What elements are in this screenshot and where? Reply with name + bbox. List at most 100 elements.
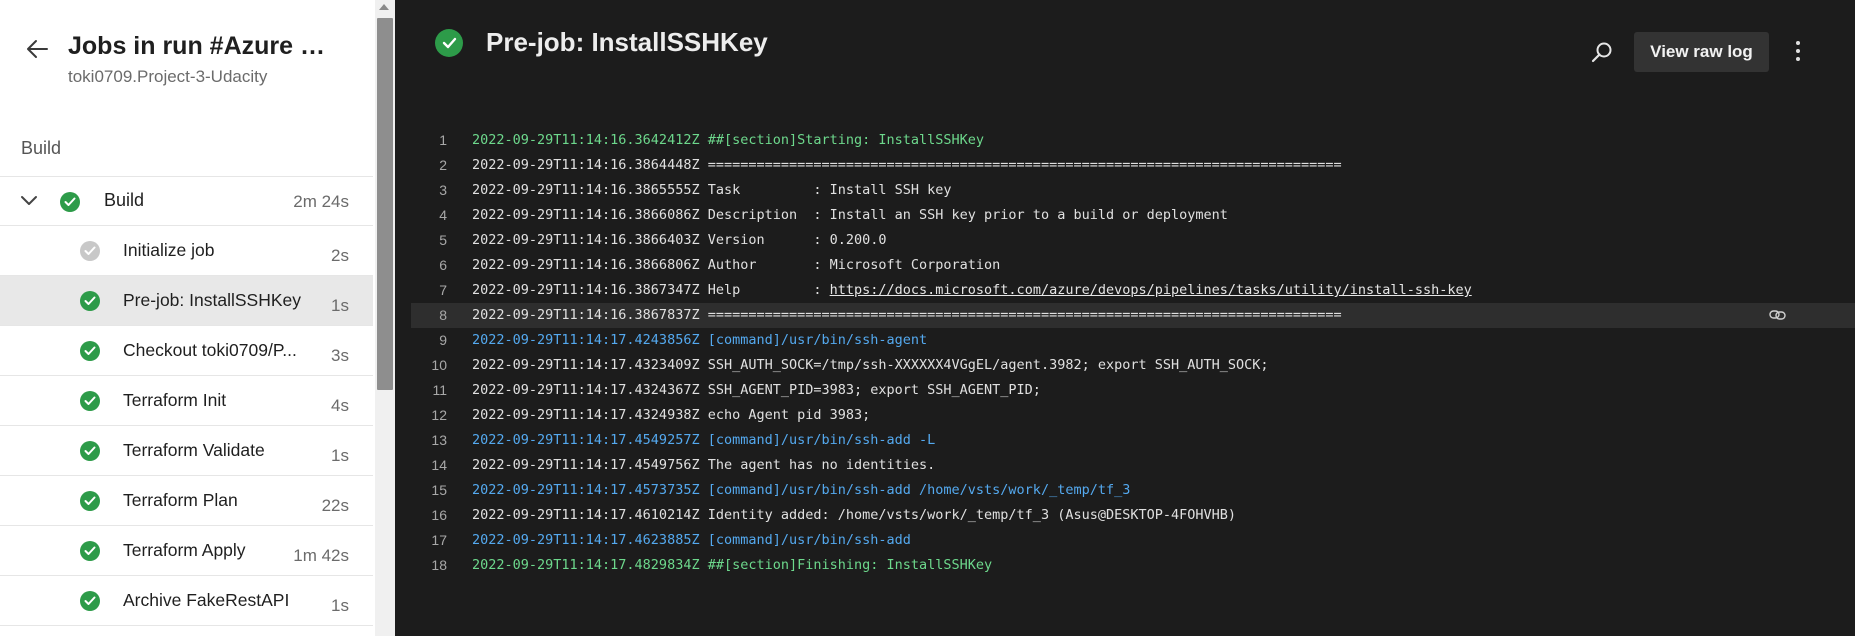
log-line[interactable]: 12 2022-09-29T11:14:17.4324938Z echo Agen… bbox=[411, 403, 1855, 428]
log-line[interactable]: 2 2022-09-29T11:14:16.3864448Z ==========… bbox=[411, 153, 1855, 178]
log-status bbox=[435, 29, 463, 57]
more-options-button[interactable] bbox=[1787, 36, 1809, 66]
scrollbar-thumb[interactable] bbox=[377, 18, 393, 390]
line-number[interactable]: 4 bbox=[411, 203, 447, 228]
log-text: 2022-09-29T11:14:17.4549756Z The agent h… bbox=[472, 457, 936, 473]
line-number[interactable]: 14 bbox=[411, 453, 447, 478]
back-button[interactable] bbox=[22, 34, 52, 64]
chevron-down-icon[interactable] bbox=[19, 194, 39, 208]
job-name: Terraform Validate bbox=[123, 440, 265, 460]
job-row[interactable]: Terraform Plan 22s bbox=[0, 476, 373, 526]
line-number[interactable]: 11 bbox=[411, 378, 447, 403]
log-output: 1 2022-09-29T11:14:16.3642412Z ##[section… bbox=[411, 128, 1855, 578]
check-circle-icon bbox=[80, 341, 100, 361]
log-line[interactable]: 14 2022-09-29T11:14:17.4549756Z The agent… bbox=[411, 453, 1855, 478]
log-text: 2022-09-29T11:14:17.4829834Z ##[section]… bbox=[472, 557, 993, 573]
view-raw-log-button[interactable]: View raw log bbox=[1634, 32, 1769, 72]
log-line[interactable]: 17 2022-09-29T11:14:17.4623885Z [command]… bbox=[411, 528, 1855, 553]
line-number[interactable]: 8 bbox=[411, 303, 447, 328]
line-number[interactable]: 13 bbox=[411, 428, 447, 453]
log-text: 2022-09-29T11:14:17.4243856Z [command]/u… bbox=[472, 332, 928, 348]
line-number[interactable]: 15 bbox=[411, 478, 447, 503]
link-icon[interactable] bbox=[1769, 309, 1787, 321]
log-line[interactable]: 3 2022-09-29T11:14:16.3865555Z Task : Ins… bbox=[411, 178, 1855, 203]
log-text: 2022-09-29T11:14:16.3866806Z Author : Mi… bbox=[472, 257, 1001, 273]
job-name: Initialize job bbox=[123, 240, 215, 260]
line-number[interactable]: 16 bbox=[411, 503, 447, 528]
job-name: Checkout toki0709/P... bbox=[123, 340, 297, 360]
log-line[interactable]: 9 2022-09-29T11:14:17.4243856Z [command]/… bbox=[411, 328, 1855, 353]
check-circle-icon bbox=[60, 192, 80, 212]
line-number[interactable]: 3 bbox=[411, 178, 447, 203]
check-circle-icon bbox=[80, 491, 100, 511]
check-circle-icon bbox=[80, 291, 100, 311]
stage-duration: 2m 24s bbox=[293, 192, 349, 211]
line-number[interactable]: 6 bbox=[411, 253, 447, 278]
job-row[interactable]: Initialize job 2s bbox=[0, 226, 373, 276]
log-line[interactable]: 8 2022-09-29T11:14:16.3867837Z ==========… bbox=[411, 303, 1855, 328]
job-name: Pre-job: InstallSSHKey bbox=[123, 290, 301, 310]
log-line[interactable]: 5 2022-09-29T11:14:16.3866403Z Version : … bbox=[411, 228, 1855, 253]
log-text: 2022-09-29T11:14:17.4324367Z SSH_AGENT_P… bbox=[472, 382, 1041, 398]
sidebar-scrollbar[interactable] bbox=[375, 0, 395, 636]
log-line[interactable]: 15 2022-09-29T11:14:17.4573735Z [command]… bbox=[411, 478, 1855, 503]
log-line[interactable]: 16 2022-09-29T11:14:17.4610214Z Identity … bbox=[411, 503, 1855, 528]
log-line[interactable]: 4 2022-09-29T11:14:16.3866086Z Descriptio… bbox=[411, 203, 1855, 228]
log-line[interactable]: 13 2022-09-29T11:14:17.4549257Z [command]… bbox=[411, 428, 1855, 453]
line-number[interactable]: 7 bbox=[411, 278, 447, 303]
log-panel: Pre-job: InstallSSHKey View raw log 1 202… bbox=[395, 0, 1855, 636]
log-line[interactable]: 6 2022-09-29T11:14:16.3866806Z Author : M… bbox=[411, 253, 1855, 278]
log-text: 2022-09-29T11:14:16.3866086Z Description… bbox=[472, 207, 1228, 223]
help-link[interactable]: https://docs.microsoft.com/azure/devops/… bbox=[830, 282, 1472, 298]
stage-name: Build bbox=[104, 190, 145, 210]
job-row[interactable]: Checkout toki0709/P... 3s bbox=[0, 326, 373, 376]
line-number[interactable]: 2 bbox=[411, 153, 447, 178]
log-text: 2022-09-29T11:14:17.4623885Z [command]/u… bbox=[472, 532, 911, 548]
job-duration: 2s bbox=[331, 246, 349, 265]
log-text: 2022-09-29T11:14:17.4610214Z Identity ad… bbox=[472, 507, 1237, 523]
log-text: 2022-09-29T11:14:17.4323409Z SSH_AUTH_SO… bbox=[472, 357, 1269, 373]
check-circle-icon bbox=[435, 29, 463, 57]
job-list: Initialize job 2s Pre-job: InstallSSHKey 1s… bbox=[0, 226, 373, 626]
log-line[interactable]: 1 2022-09-29T11:14:16.3642412Z ##[section… bbox=[411, 128, 1855, 153]
stage-row-build[interactable]: Build 2m 24s bbox=[0, 176, 373, 226]
log-text: 2022-09-29T11:14:16.3866403Z Version : 0… bbox=[472, 232, 887, 248]
line-number[interactable]: 9 bbox=[411, 328, 447, 353]
log-text: 2022-09-29T11:14:16.3867837Z ===========… bbox=[472, 307, 1342, 323]
check-circle-icon bbox=[80, 591, 100, 611]
section-label: Build bbox=[21, 138, 62, 158]
line-number[interactable]: 12 bbox=[411, 403, 447, 428]
job-row[interactable]: Pre-job: InstallSSHKey 1s bbox=[0, 276, 373, 326]
job-row[interactable]: Terraform Init 4s bbox=[0, 376, 373, 426]
search-icon bbox=[1591, 42, 1612, 63]
search-button[interactable] bbox=[1589, 40, 1615, 66]
log-line[interactable]: 18 2022-09-29T11:14:17.4829834Z ##[sectio… bbox=[411, 553, 1855, 578]
log-text: 2022-09-29T11:14:16.3865555Z Task : Inst… bbox=[472, 182, 952, 198]
log-text: 2022-09-29T11:14:17.4573735Z [command]/u… bbox=[472, 482, 1131, 498]
check-circle-icon bbox=[80, 391, 100, 411]
job-row[interactable]: Terraform Apply 1m 42s bbox=[0, 526, 373, 576]
jobs-run-title: Jobs in run #Azure Pi... bbox=[68, 32, 340, 60]
log-text: 2022-09-29T11:14:17.4549257Z [command]/u… bbox=[472, 432, 936, 448]
job-row[interactable]: Terraform Validate 1s bbox=[0, 426, 373, 476]
line-number[interactable]: 17 bbox=[411, 528, 447, 553]
job-duration: 1s bbox=[331, 596, 349, 615]
line-number[interactable]: 18 bbox=[411, 553, 447, 578]
job-row[interactable]: Archive FakeRestAPI 1s bbox=[0, 576, 373, 626]
job-duration: 1m 42s bbox=[293, 546, 349, 565]
log-text: 2022-09-29T11:14:16.3642412Z ##[section]… bbox=[472, 132, 985, 148]
job-name: Terraform Init bbox=[123, 390, 227, 410]
line-number[interactable]: 5 bbox=[411, 228, 447, 253]
job-name: Archive FakeRestAPI bbox=[123, 590, 290, 610]
scroll-up-arrow-icon[interactable] bbox=[379, 4, 389, 10]
log-line[interactable]: 11 2022-09-29T11:14:17.4324367Z SSH_AGENT… bbox=[411, 378, 1855, 403]
job-duration: 3s bbox=[331, 346, 349, 365]
log-line[interactable]: 7 2022-09-29T11:14:16.3867347Z Help : htt… bbox=[411, 278, 1855, 303]
log-line[interactable]: 10 2022-09-29T11:14:17.4323409Z SSH_AUTH_… bbox=[411, 353, 1855, 378]
job-name: Terraform Apply bbox=[123, 540, 246, 560]
line-number[interactable]: 10 bbox=[411, 353, 447, 378]
pending-circle-icon bbox=[80, 241, 100, 261]
line-number[interactable]: 1 bbox=[411, 128, 447, 153]
log-text: 2022-09-29T11:14:17.4324938Z echo Agent … bbox=[472, 407, 871, 423]
check-circle-icon bbox=[80, 541, 100, 561]
